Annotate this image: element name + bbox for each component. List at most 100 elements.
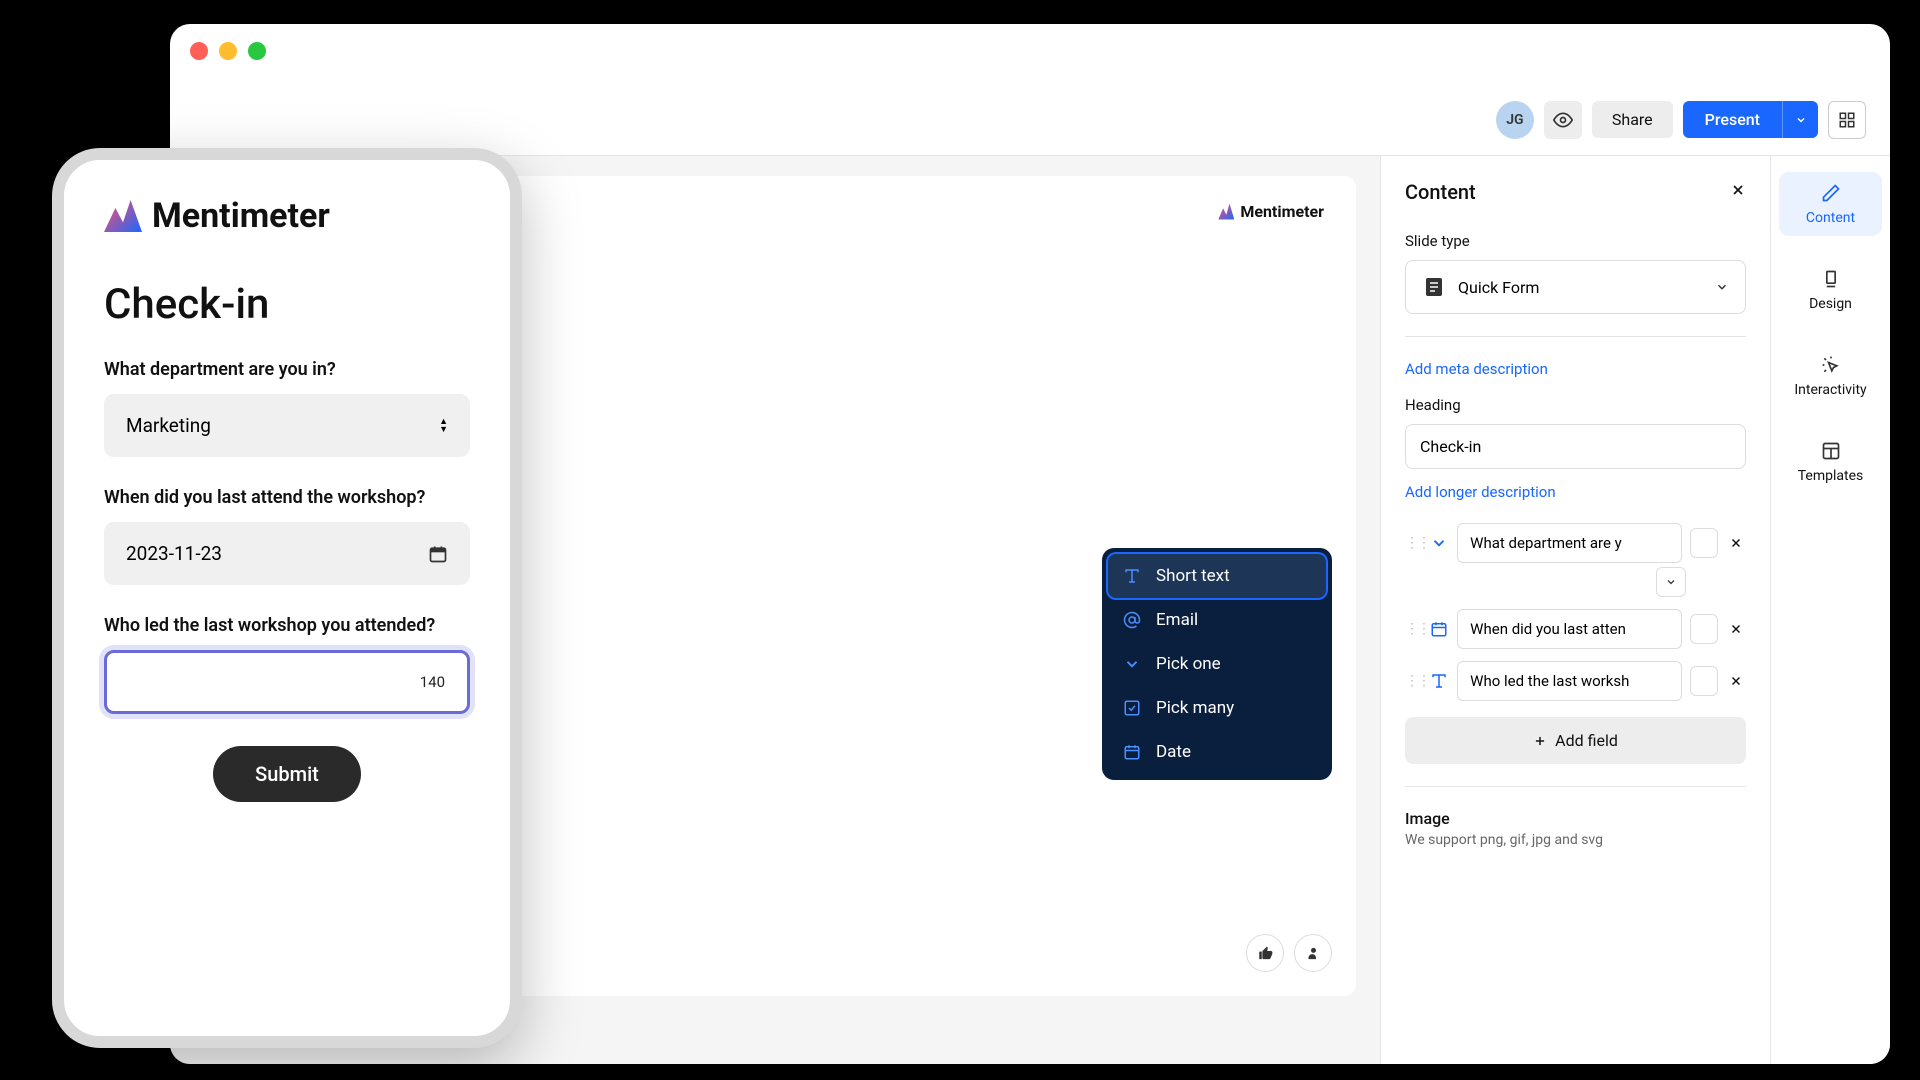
field-required-toggle[interactable]: [1690, 528, 1718, 558]
field-remove-button[interactable]: [1726, 536, 1746, 550]
form-icon: [1422, 275, 1446, 299]
slide-type-value: Quick Form: [1458, 278, 1539, 297]
field-remove-button[interactable]: [1726, 674, 1746, 688]
field-row: ⋮⋮: [1405, 661, 1746, 701]
tab-label: Templates: [1798, 468, 1864, 484]
chevron-down-icon: [1123, 655, 1141, 673]
text-icon: [1123, 567, 1141, 585]
tab-templates[interactable]: Templates: [1779, 430, 1882, 494]
tabs-rail: Content Design Interactivity Templates: [1770, 156, 1890, 1064]
slide-type-select[interactable]: Quick Form: [1405, 260, 1746, 314]
grid-icon: [1838, 111, 1856, 129]
chevron-down-icon: [1795, 114, 1807, 126]
calendar-icon: [428, 544, 448, 564]
updown-chevron-icon: ▲▼: [439, 418, 448, 434]
reactions-button[interactable]: [1246, 934, 1284, 972]
phone-date-input[interactable]: 2023-11-23: [104, 522, 470, 585]
add-field-button[interactable]: Add field: [1405, 717, 1746, 764]
field-type-date[interactable]: Date: [1108, 730, 1326, 774]
menu-item-label: Date: [1156, 742, 1191, 762]
field-label-input[interactable]: [1457, 523, 1682, 563]
field-type-menu: Short text Email Pick one Pick many Date: [1102, 548, 1332, 780]
content-panel: Content Slide type Quick Form Add meta d…: [1380, 156, 1770, 1064]
menu-item-label: Pick one: [1156, 654, 1221, 674]
phone-brand: Mentimeter: [104, 196, 470, 236]
divider: [1405, 336, 1746, 337]
window-maximize-dot[interactable]: [248, 42, 266, 60]
calendar-icon: [1123, 743, 1141, 761]
field-type-pick-many[interactable]: Pick many: [1108, 686, 1326, 730]
phone-q3-label: Who led the last workshop you attended?: [104, 615, 470, 636]
eye-icon: [1553, 110, 1573, 130]
panel-header: Content: [1405, 180, 1746, 204]
plus-icon: [1533, 734, 1547, 748]
phone-q1-label: What department are you in?: [104, 359, 470, 380]
phone-date-value: 2023-11-23: [126, 542, 222, 565]
field-required-toggle[interactable]: [1690, 666, 1718, 696]
panel-close-button[interactable]: [1730, 182, 1746, 203]
menu-item-label: Short text: [1156, 566, 1230, 586]
char-counter: 140: [420, 673, 445, 691]
at-sign-icon: [1123, 611, 1141, 629]
checkbox-icon: [1123, 699, 1141, 717]
close-icon: [1729, 674, 1743, 688]
tab-label: Interactivity: [1794, 382, 1866, 398]
field-expand-row: [1405, 567, 1746, 597]
top-toolbar: JG Share Present: [170, 84, 1890, 156]
menu-item-label: Email: [1156, 610, 1198, 630]
chevron-down-icon: [1665, 576, 1677, 588]
phone-q2-label: When did you last attend the workshop?: [104, 487, 470, 508]
tab-interactivity[interactable]: Interactivity: [1779, 344, 1882, 408]
cursor-click-icon: [1821, 355, 1841, 375]
field-type-pick-one[interactable]: Pick one: [1108, 642, 1326, 686]
grid-view-button[interactable]: [1828, 101, 1866, 139]
drag-handle-icon[interactable]: ⋮⋮: [1405, 621, 1421, 637]
tab-content[interactable]: Content: [1779, 172, 1882, 236]
user-avatar[interactable]: JG: [1496, 101, 1534, 139]
present-button-group: Present: [1683, 101, 1818, 138]
drag-handle-icon[interactable]: ⋮⋮: [1405, 673, 1421, 689]
drag-handle-icon[interactable]: ⋮⋮: [1405, 535, 1421, 551]
tab-label: Design: [1809, 296, 1852, 312]
phone-text-input[interactable]: 140: [104, 650, 470, 714]
present-dropdown[interactable]: [1782, 101, 1818, 138]
phone-select-value: Marketing: [126, 414, 211, 437]
phone-department-select[interactable]: Marketing ▲▼: [104, 394, 470, 457]
phone-brand-text: Mentimeter: [152, 196, 330, 236]
slide-brand-text: Mentimeter: [1240, 202, 1324, 221]
chevron-down-icon: [1715, 280, 1729, 294]
add-longer-description-link[interactable]: Add longer description: [1405, 483, 1556, 501]
phone-mockup: Mentimeter Check-in What department are …: [52, 148, 522, 1048]
present-button[interactable]: Present: [1683, 101, 1782, 138]
image-section-title: Image: [1405, 809, 1746, 828]
thumbs-up-icon: [1258, 946, 1273, 961]
preview-button[interactable]: [1544, 101, 1582, 139]
window-close-dot[interactable]: [190, 42, 208, 60]
field-label-input[interactable]: [1457, 609, 1682, 649]
mentimeter-logo-icon: [104, 200, 142, 232]
image-section-subtitle: We support png, gif, jpg and svg: [1405, 832, 1746, 848]
close-icon: [1729, 622, 1743, 636]
templates-icon: [1821, 441, 1841, 461]
field-expand-toggle[interactable]: [1656, 567, 1686, 597]
field-type-email[interactable]: Email: [1108, 598, 1326, 642]
pick-one-icon[interactable]: [1429, 532, 1449, 554]
text-icon[interactable]: [1429, 670, 1449, 692]
slide-brand: Mentimeter: [1218, 202, 1324, 221]
share-button[interactable]: Share: [1592, 101, 1673, 138]
phone-submit-button[interactable]: Submit: [213, 746, 361, 802]
field-remove-button[interactable]: [1726, 622, 1746, 636]
add-meta-link[interactable]: Add meta description: [1405, 360, 1548, 378]
field-required-toggle[interactable]: [1690, 614, 1718, 644]
mentimeter-logo-icon: [1218, 204, 1234, 220]
add-field-label: Add field: [1555, 731, 1618, 750]
close-icon: [1729, 536, 1743, 550]
tab-design[interactable]: Design: [1779, 258, 1882, 322]
window-minimize-dot[interactable]: [219, 42, 237, 60]
person-icon: [1306, 946, 1321, 961]
heading-input[interactable]: [1405, 424, 1746, 469]
date-icon[interactable]: [1429, 618, 1449, 640]
field-label-input[interactable]: [1457, 661, 1682, 701]
participants-button[interactable]: [1294, 934, 1332, 972]
field-type-short-text[interactable]: Short text: [1108, 554, 1326, 598]
